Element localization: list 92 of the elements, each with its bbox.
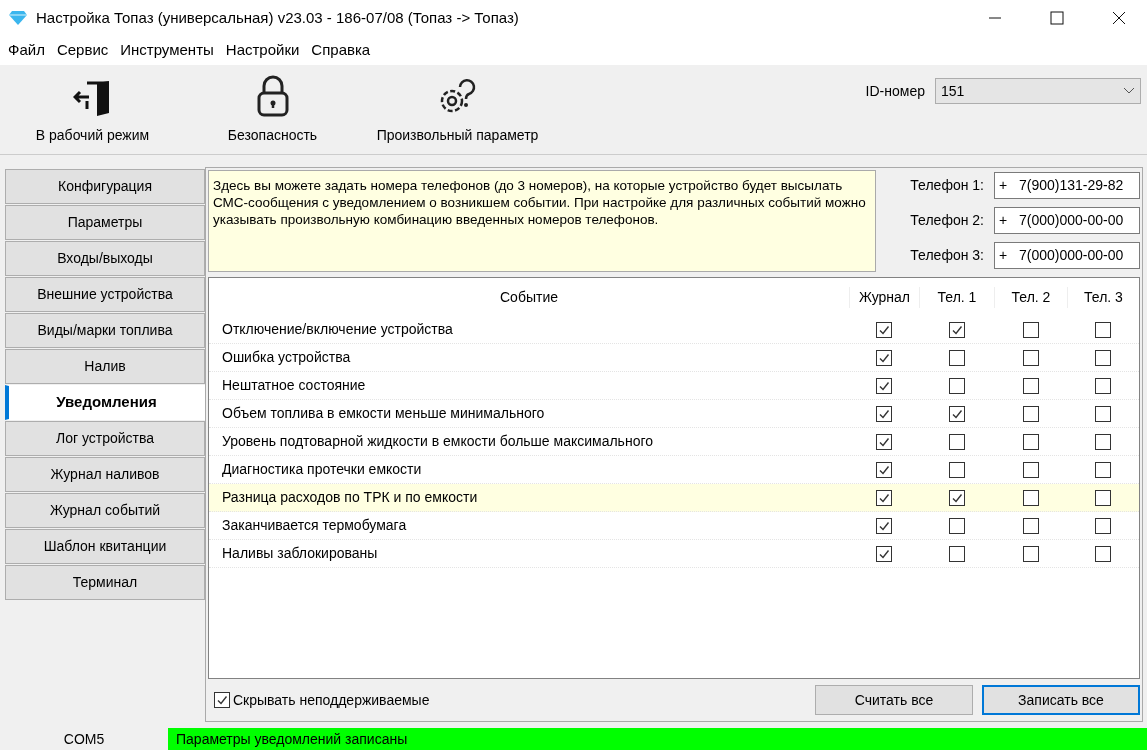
checkbox[interactable] bbox=[948, 405, 965, 422]
menu-item[interactable]: Инструменты bbox=[116, 39, 218, 62]
sidebar-tab[interactable]: Журнал наливов bbox=[5, 457, 205, 492]
checkbox[interactable] bbox=[1095, 377, 1111, 394]
phone-label: Телефон 3: bbox=[910, 246, 984, 265]
column-header: Тел. 1 bbox=[919, 286, 994, 308]
hide-unsupported-checkbox[interactable] bbox=[214, 692, 230, 708]
sidebar-tab[interactable]: Лог устройства bbox=[5, 421, 205, 456]
sidebar-tab[interactable]: Виды/марки топлива bbox=[5, 313, 205, 348]
chevron-down-icon bbox=[1123, 87, 1135, 95]
checkbox[interactable] bbox=[1022, 433, 1039, 450]
padlock-icon bbox=[255, 75, 290, 117]
action-button[interactable]: Записать все bbox=[982, 685, 1140, 715]
maximize-icon[interactable] bbox=[1049, 10, 1065, 26]
checkbox[interactable] bbox=[876, 545, 892, 562]
checkbox[interactable] bbox=[1022, 461, 1039, 478]
close-icon[interactable] bbox=[1111, 10, 1127, 26]
phone-label: Телефон 1: bbox=[910, 176, 984, 195]
menu-item[interactable]: Настройки bbox=[221, 39, 304, 62]
checkbox[interactable] bbox=[876, 321, 892, 338]
diamond-icon bbox=[8, 10, 28, 26]
column-header: Событие bbox=[499, 287, 559, 307]
sidebar-tab[interactable]: Журнал событий bbox=[5, 493, 205, 528]
sidebar-tab[interactable]: Входы/выходы bbox=[5, 241, 205, 276]
checkbox[interactable] bbox=[876, 433, 892, 450]
toolbar-button[interactable]: Произвольный параметр bbox=[360, 65, 555, 154]
toolbar-button[interactable]: Безопасность bbox=[185, 65, 360, 154]
checkbox[interactable] bbox=[948, 377, 965, 394]
id-label: ID-номер bbox=[865, 82, 925, 101]
checkbox[interactable] bbox=[1022, 321, 1039, 338]
menu-item[interactable]: Сервис bbox=[52, 39, 113, 62]
checkbox[interactable] bbox=[1095, 461, 1111, 478]
checkbox-label: Скрывать неподдерживаемые bbox=[233, 690, 430, 710]
checkbox[interactable] bbox=[948, 433, 965, 450]
checkbox[interactable] bbox=[1095, 433, 1111, 450]
checkbox[interactable] bbox=[1095, 405, 1111, 422]
menu-item[interactable]: Справка bbox=[307, 39, 375, 62]
event-name: Разница расходов по ТРК и по емкости bbox=[221, 488, 479, 507]
event-name: Наливы заблокированы bbox=[221, 544, 379, 563]
event-name: Нештатное состояние bbox=[221, 376, 367, 395]
checkbox[interactable] bbox=[948, 349, 965, 366]
checkbox[interactable] bbox=[876, 349, 892, 366]
phone-field[interactable]: + 7(000)000-00-00 bbox=[994, 207, 1140, 234]
sidebar-tab[interactable]: Налив bbox=[5, 349, 205, 384]
checkbox[interactable] bbox=[1095, 321, 1111, 338]
checkbox[interactable] bbox=[876, 517, 892, 534]
checkbox[interactable] bbox=[1095, 349, 1111, 366]
checkbox[interactable] bbox=[1095, 545, 1111, 562]
column-header: Журнал bbox=[849, 286, 919, 308]
checkbox[interactable] bbox=[1095, 489, 1111, 506]
menu-item[interactable]: Файл bbox=[4, 39, 49, 62]
checkbox[interactable] bbox=[948, 517, 965, 534]
event-name: Диагностика протечки емкости bbox=[221, 460, 423, 479]
column-header: Тел. 2 bbox=[994, 286, 1067, 308]
checkbox[interactable] bbox=[876, 405, 892, 422]
action-button[interactable]: Считать все bbox=[815, 685, 973, 715]
sidebar-tab[interactable]: Внешние устройства bbox=[5, 277, 205, 312]
column-header: Тел. 3 bbox=[1067, 286, 1139, 308]
sidebar-tab[interactable]: Конфигурация bbox=[5, 169, 205, 204]
phone-field[interactable]: + 7(000)000-00-00 bbox=[994, 242, 1140, 269]
id-dropdown[interactable]: 151 bbox=[935, 78, 1141, 104]
event-name: Заканчивается термобумага bbox=[221, 516, 408, 535]
checkbox[interactable] bbox=[948, 489, 965, 506]
sidebar-tab[interactable]: Параметры bbox=[5, 205, 205, 240]
event-name: Уровень подтоварной жидкости в емкости больше максимального bbox=[221, 432, 654, 451]
checkbox[interactable] bbox=[1095, 517, 1111, 534]
checkbox[interactable] bbox=[948, 461, 965, 478]
checkbox[interactable] bbox=[876, 377, 892, 394]
checkbox[interactable] bbox=[1022, 489, 1039, 506]
sidebar-tab[interactable]: Уведомления bbox=[5, 385, 205, 420]
checkbox[interactable] bbox=[1022, 349, 1039, 366]
status-message: Параметры уведомлений записаны bbox=[168, 728, 1147, 750]
checkbox[interactable] bbox=[876, 461, 892, 478]
checkbox[interactable] bbox=[1022, 517, 1039, 534]
sidebar-tab[interactable]: Терминал bbox=[5, 565, 205, 600]
checkbox[interactable] bbox=[1022, 405, 1039, 422]
window-title: Настройка Топаз (универсальная) v23.03 - 186-07/08 (Топаз -> Топаз) bbox=[36, 7, 519, 28]
info-text: Здесь вы можете задать номера телефонов (до 3 номеров), на которые устройство будет высылать СМС-сообщения с уведомлением о возникшем событии. При настройке для различных событий можно указывать произвольную комбинацию введенных номеров телефонов. bbox=[208, 170, 876, 272]
checkbox[interactable] bbox=[948, 321, 965, 338]
phone-field[interactable]: + 7(900)131-29-82 bbox=[994, 172, 1140, 199]
event-name: Ошибка устройства bbox=[221, 348, 352, 367]
port-status: COM5 bbox=[62, 729, 106, 749]
phone-label: Телефон 2: bbox=[910, 211, 984, 230]
table-row[interactable]: Разница расходов по ТРК и по емкости bbox=[209, 484, 1139, 512]
event-name: Отключение/включение устройства bbox=[221, 320, 454, 339]
sidebar-tab[interactable]: Шаблон квитанции bbox=[5, 529, 205, 564]
checkbox[interactable] bbox=[876, 489, 892, 506]
checkbox[interactable] bbox=[1022, 545, 1039, 562]
toolbar-button[interactable]: В рабочий режим bbox=[0, 65, 185, 154]
event-name: Объем топлива в емкости меньше минимального bbox=[221, 404, 546, 423]
checkbox[interactable] bbox=[1022, 377, 1039, 394]
checkbox[interactable] bbox=[948, 545, 965, 562]
